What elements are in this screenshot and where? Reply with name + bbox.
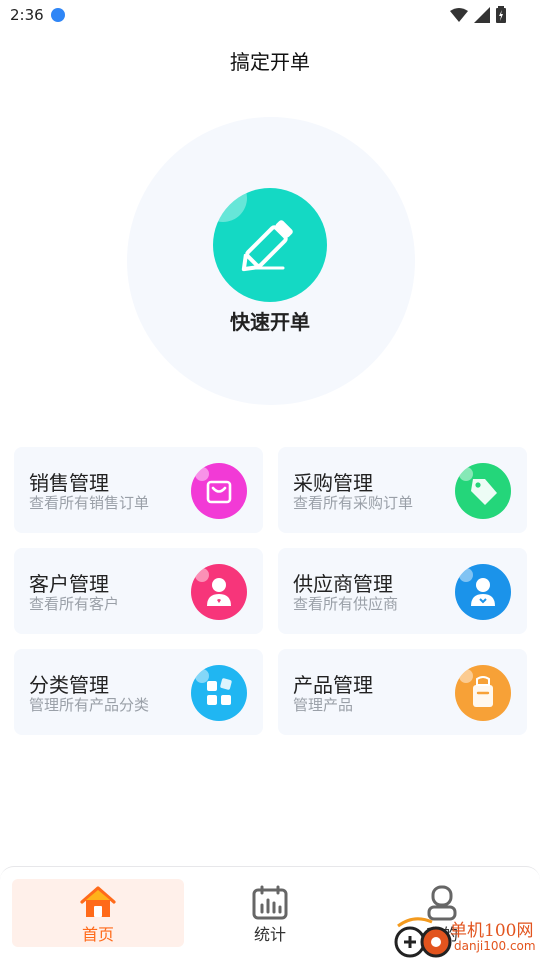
card-subtitle: 查看所有采购订单	[293, 494, 414, 512]
nav-label: 首页	[81, 925, 114, 944]
watermark-url: danji100.com	[454, 939, 536, 953]
site-watermark: 单机100网 danji100.com	[392, 914, 540, 960]
home-icon	[80, 886, 116, 917]
supplier-management-card[interactable]: 供应商管理 查看所有供应商	[278, 548, 527, 634]
supplier-person-icon	[455, 564, 511, 620]
shopping-bag-icon	[191, 463, 247, 519]
page-title: 搞定开单	[230, 50, 310, 74]
pencil-icon	[241, 220, 293, 272]
card-subtitle: 查看所有客户	[29, 595, 120, 613]
wifi-icon	[450, 7, 468, 22]
product-management-card[interactable]: 产品管理 管理产品	[278, 649, 527, 735]
watermark-text: 单机100网	[450, 921, 534, 941]
price-tag-icon	[455, 463, 511, 519]
status-time: 2:36	[10, 6, 44, 24]
card-subtitle: 管理产品	[293, 696, 354, 714]
nav-label: 统计	[253, 925, 286, 944]
quick-order-button[interactable]	[213, 188, 327, 302]
customer-person-icon	[191, 564, 247, 620]
status-indicators	[450, 6, 506, 23]
watermark-logo-icon	[394, 917, 452, 958]
card-subtitle: 管理所有产品分类	[29, 696, 150, 714]
product-box-icon	[455, 665, 511, 721]
quick-order-label[interactable]: 快速开单	[170, 306, 370, 335]
nav-statistics[interactable]: 统计	[184, 879, 356, 947]
category-grid-icon	[191, 665, 247, 721]
category-management-card[interactable]: 分类管理 管理所有产品分类	[14, 649, 263, 735]
cellular-signal-icon	[474, 6, 490, 23]
statistics-calendar-icon	[252, 885, 288, 920]
customer-management-card[interactable]: 客户管理 查看所有客户	[14, 548, 263, 634]
status-bar: 2:36	[0, 0, 540, 30]
sales-management-card[interactable]: 销售管理 查看所有销售订单	[14, 447, 263, 533]
purchase-management-card[interactable]: 采购管理 查看所有采购订单	[278, 447, 527, 533]
app-notification-icon	[51, 8, 65, 22]
card-subtitle: 查看所有销售订单	[29, 494, 150, 512]
nav-home[interactable]: 首页	[12, 879, 184, 947]
battery-icon	[496, 6, 506, 23]
card-subtitle: 查看所有供应商	[293, 595, 399, 613]
